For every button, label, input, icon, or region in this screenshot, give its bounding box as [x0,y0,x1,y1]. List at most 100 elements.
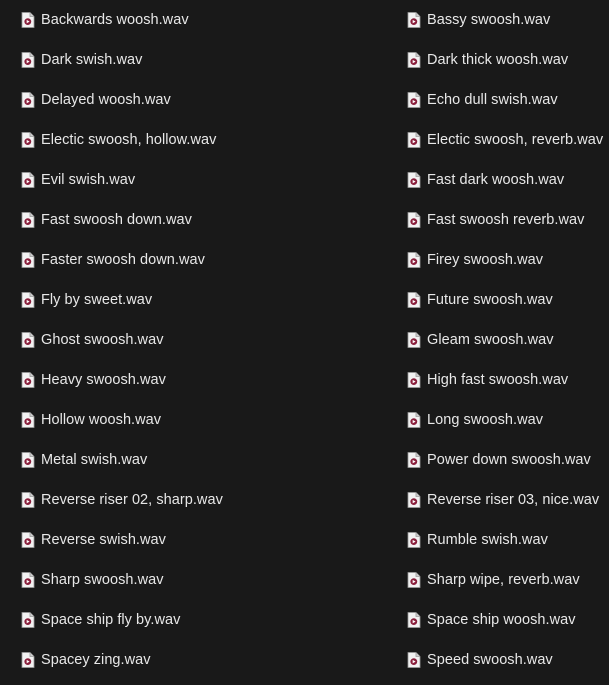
file-name-label: Hollow woosh.wav [41,412,162,428]
file-list: Backwards woosh.wav Dark swish.wav Delayed… [0,0,609,685]
wav-audio-file-icon [407,492,421,508]
file-name-label: Electic swoosh, hollow.wav [41,132,217,148]
wav-audio-file-icon [407,612,421,628]
wav-audio-file-icon [21,652,35,668]
file-name-label: Space ship woosh.wav [427,612,576,628]
file-item[interactable]: Reverse riser 03, nice.wav [407,488,599,512]
wav-audio-file-icon [21,412,35,428]
wav-audio-file-icon [21,52,35,68]
file-name-label: Future swoosh.wav [427,292,553,308]
wav-audio-file-icon [407,92,421,108]
file-item[interactable]: Gleam swoosh.wav [407,328,554,352]
wav-audio-file-icon [407,212,421,228]
wav-audio-file-icon [407,252,421,268]
wav-audio-file-icon [21,452,35,468]
file-item[interactable]: Electic swoosh, hollow.wav [21,128,216,152]
wav-audio-file-icon [21,132,35,148]
file-name-label: Metal swish.wav [41,452,148,468]
file-name-label: Delayed woosh.wav [41,92,171,108]
wav-audio-file-icon [21,292,35,308]
file-name-label: High fast swoosh.wav [427,372,569,388]
file-item[interactable]: Power down swoosh.wav [407,448,591,472]
wav-audio-file-icon [21,612,35,628]
file-name-label: Reverse riser 02, sharp.wav [41,492,223,508]
file-item[interactable]: Space ship woosh.wav [407,608,576,632]
wav-audio-file-icon [21,92,35,108]
wav-audio-file-icon [407,452,421,468]
file-name-label: Power down swoosh.wav [427,452,591,468]
file-item[interactable]: Spacey zing.wav [21,648,151,672]
file-item[interactable]: Faster swoosh down.wav [21,248,205,272]
file-item[interactable]: Echo dull swish.wav [407,88,558,112]
file-name-label: Space ship fly by.wav [41,612,181,628]
file-item[interactable]: Sharp wipe, reverb.wav [407,568,580,592]
wav-audio-file-icon [21,172,35,188]
file-name-label: Fly by sweet.wav [41,292,153,308]
file-name-label: Spacey zing.wav [41,652,151,668]
file-item[interactable]: Delayed woosh.wav [21,88,171,112]
file-name-label: Sharp wipe, reverb.wav [427,572,580,588]
wav-audio-file-icon [21,252,35,268]
file-item[interactable]: Ghost swoosh.wav [21,328,164,352]
wav-audio-file-icon [21,532,35,548]
file-item[interactable]: Electic swoosh, reverb.wav [407,128,603,152]
file-item[interactable]: Future swoosh.wav [407,288,553,312]
wav-audio-file-icon [21,212,35,228]
file-item[interactable]: Dark swish.wav [21,48,142,72]
wav-audio-file-icon [21,12,35,28]
file-name-label: Long swoosh.wav [427,412,544,428]
file-name-label: Evil swish.wav [41,172,136,188]
wav-audio-file-icon [407,412,421,428]
file-name-label: Reverse swish.wav [41,532,166,548]
wav-audio-file-icon [407,652,421,668]
file-name-label: Speed swoosh.wav [427,652,553,668]
file-name-label: Rumble swish.wav [427,532,548,548]
file-name-label: Bassy swoosh.wav [427,12,551,28]
file-item[interactable]: Speed swoosh.wav [407,648,553,672]
wav-audio-file-icon [21,372,35,388]
file-item[interactable]: Firey swoosh.wav [407,248,543,272]
file-name-label: Sharp swoosh.wav [41,572,164,588]
file-item[interactable]: Hollow woosh.wav [21,408,161,432]
file-name-label: Backwards woosh.wav [41,12,189,28]
file-item[interactable]: Reverse riser 02, sharp.wav [21,488,223,512]
file-item[interactable]: Bassy swoosh.wav [407,8,550,32]
file-item[interactable]: Evil swish.wav [21,168,135,192]
file-item[interactable]: Metal swish.wav [21,448,147,472]
file-name-label: Echo dull swish.wav [427,92,558,108]
wav-audio-file-icon [407,572,421,588]
file-item[interactable]: Backwards woosh.wav [21,8,189,32]
file-name-label: Dark thick woosh.wav [427,52,569,68]
file-name-label: Firey swoosh.wav [427,252,544,268]
file-item[interactable]: Heavy swoosh.wav [21,368,166,392]
file-name-label: Dark swish.wav [41,52,143,68]
file-name-label: Electic swoosh, reverb.wav [427,132,604,148]
file-name-label: Fast swoosh down.wav [41,212,192,228]
file-item[interactable]: Fast dark woosh.wav [407,168,564,192]
file-item[interactable]: Sharp swoosh.wav [21,568,164,592]
wav-audio-file-icon [407,12,421,28]
file-item[interactable]: Reverse swish.wav [21,528,166,552]
file-item[interactable]: Rumble swish.wav [407,528,548,552]
file-name-label: Faster swoosh down.wav [41,252,205,268]
wav-audio-file-icon [407,52,421,68]
wav-audio-file-icon [407,372,421,388]
file-item[interactable]: Space ship fly by.wav [21,608,180,632]
wav-audio-file-icon [407,332,421,348]
file-item[interactable]: Long swoosh.wav [407,408,543,432]
file-item[interactable]: Fly by sweet.wav [21,288,152,312]
file-item[interactable]: Fast swoosh reverb.wav [407,208,584,232]
file-name-label: Ghost swoosh.wav [41,332,164,348]
wav-audio-file-icon [21,332,35,348]
wav-audio-file-icon [407,532,421,548]
wav-audio-file-icon [407,292,421,308]
file-item[interactable]: Fast swoosh down.wav [21,208,192,232]
file-name-label: Heavy swoosh.wav [41,372,166,388]
file-name-label: Fast swoosh reverb.wav [427,212,585,228]
wav-audio-file-icon [407,172,421,188]
file-item[interactable]: High fast swoosh.wav [407,368,568,392]
file-name-label: Reverse riser 03, nice.wav [427,492,600,508]
file-item[interactable]: Dark thick woosh.wav [407,48,568,72]
file-name-label: Fast dark woosh.wav [427,172,565,188]
wav-audio-file-icon [21,572,35,588]
